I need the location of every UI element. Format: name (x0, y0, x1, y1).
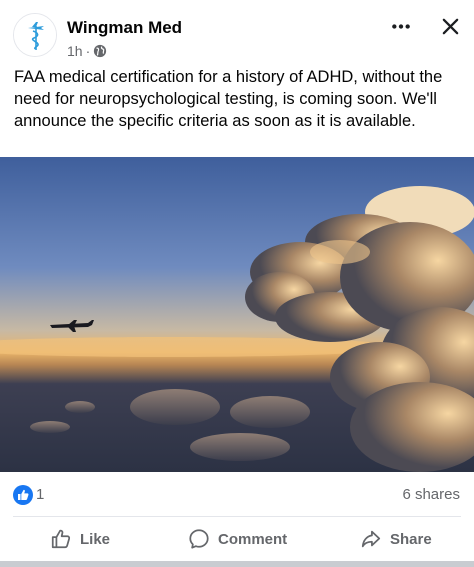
reaction-count[interactable]: 1 (36, 486, 44, 503)
divider (13, 516, 461, 517)
post-actions: Like Comment Share (0, 520, 474, 558)
sunset-cloud-photo (0, 157, 474, 472)
like-button[interactable]: Like (50, 520, 110, 558)
share-button[interactable]: Share (360, 520, 432, 558)
post-text: FAA medical certification for a history … (14, 68, 443, 130)
more-options-button[interactable] (385, 14, 417, 38)
more-horizontal-icon (392, 23, 410, 29)
post-photo[interactable] (0, 157, 474, 472)
like-label: Like (80, 530, 111, 548)
post-stats: 1 6 shares (0, 480, 474, 510)
share-arrow-icon (361, 530, 381, 548)
post-meta: 1h · (67, 43, 107, 59)
like-reaction-icon[interactable] (13, 485, 33, 505)
post-time[interactable]: 1h (67, 43, 83, 59)
page-avatar[interactable] (13, 13, 57, 57)
thumbs-up-icon (51, 529, 71, 549)
comment-label: Comment (218, 530, 288, 548)
post-header: Wingman Med 1h · (0, 0, 474, 64)
share-label: Share (390, 530, 432, 548)
meta-separator: · (85, 43, 91, 59)
page-name[interactable]: Wingman Med (67, 18, 182, 38)
shares-count[interactable]: 6 shares (402, 486, 460, 503)
comment-button[interactable]: Comment (188, 520, 287, 558)
close-button[interactable] (434, 12, 466, 40)
feed-separator (0, 561, 474, 567)
close-icon (442, 18, 458, 34)
comment-bubble-icon (189, 529, 209, 549)
caduceus-wings-logo-icon (14, 14, 56, 56)
globe-icon (93, 44, 107, 58)
